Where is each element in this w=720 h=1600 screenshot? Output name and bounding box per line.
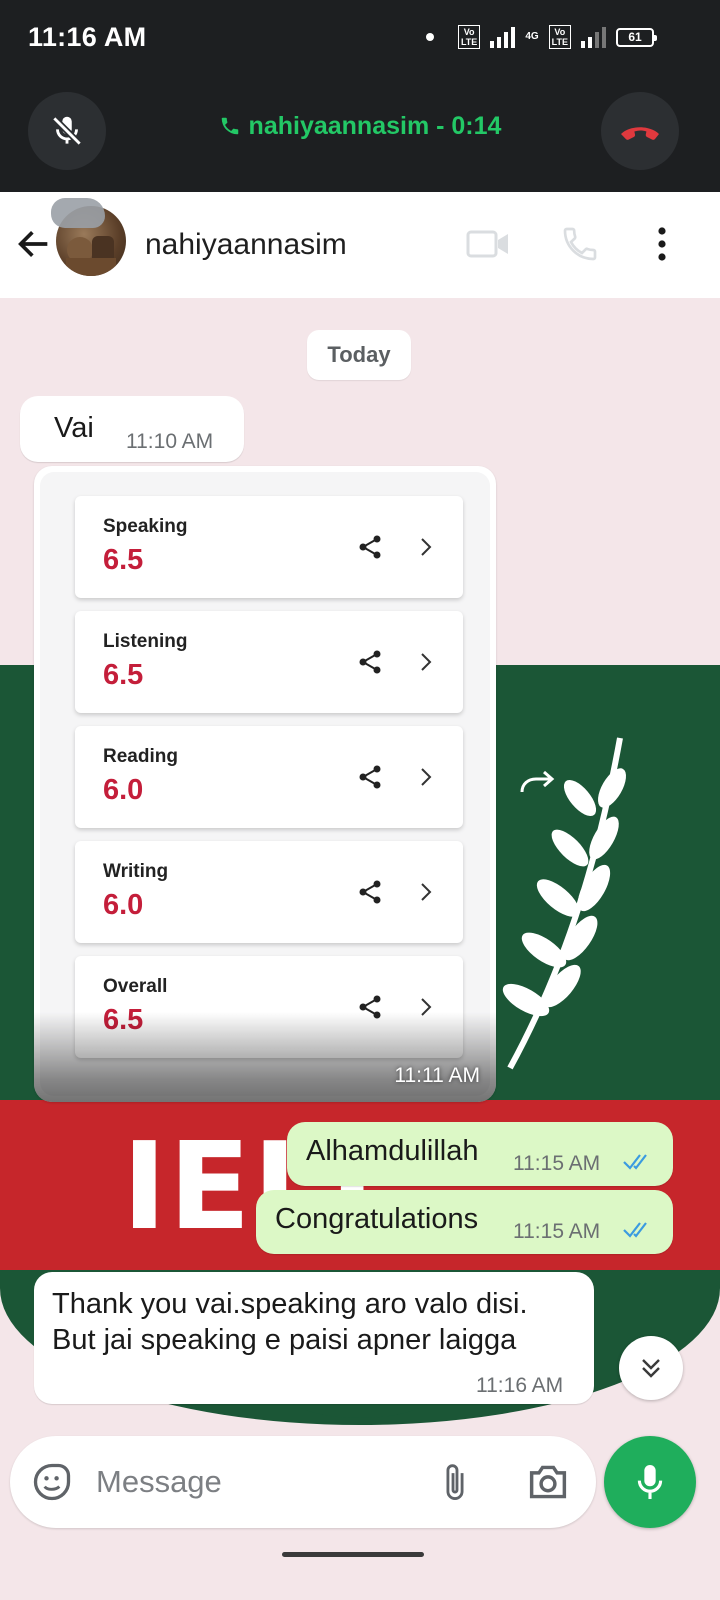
message-composer xyxy=(10,1436,596,1528)
score-label: Listening xyxy=(103,631,188,652)
score-value: 6.5 xyxy=(103,659,144,691)
score-card-writing: Writing 6.0 xyxy=(75,841,463,943)
score-card-speaking: Speaking 6.5 xyxy=(75,496,463,598)
status-icons: Vo LTE 4G Vo LTE 61 xyxy=(425,22,657,52)
volte-icon: Vo LTE xyxy=(457,25,481,49)
voice-message-button[interactable] xyxy=(604,1436,696,1528)
voice-call-icon[interactable] xyxy=(560,224,600,264)
emoji-sticker-icon[interactable] xyxy=(30,1460,74,1504)
message-bubble-outgoing[interactable]: Congratulations 11:15 AM xyxy=(256,1190,673,1254)
battery-level: 61 xyxy=(628,29,642,44)
message-input[interactable] xyxy=(96,1460,416,1504)
message-text: Vai xyxy=(54,412,94,444)
read-receipt-icon xyxy=(623,1222,647,1238)
score-card-reading: Reading 6.0 xyxy=(75,726,463,828)
volte-icon-2: Vo LTE xyxy=(548,25,571,49)
call-end-icon xyxy=(621,127,659,140)
message-time: 11:16 AM xyxy=(476,1374,564,1397)
chevron-right-icon xyxy=(421,538,432,556)
chevron-right-icon xyxy=(421,768,432,786)
score-value: 6.0 xyxy=(103,774,144,806)
message-text: Alhamdulillah xyxy=(306,1135,479,1167)
phone-icon xyxy=(221,117,238,135)
message-text-line-2: But jai speaking e paisi apner laigga xyxy=(52,1324,517,1356)
score-value: 6.5 xyxy=(103,544,144,576)
share-icon xyxy=(359,535,381,559)
back-arrow-icon[interactable] xyxy=(14,224,54,264)
end-call-button[interactable] xyxy=(601,92,679,170)
score-card-listening: Listening 6.5 xyxy=(75,611,463,713)
call-caller-duration: nahiyaannasim - 0:14 xyxy=(248,112,502,140)
avatar-sticker xyxy=(51,198,105,228)
score-label: Overall xyxy=(103,976,168,997)
score-label: Reading xyxy=(103,746,178,767)
double-chevron-down-icon xyxy=(642,1359,660,1378)
chevron-right-icon xyxy=(421,653,432,671)
share-icon xyxy=(359,880,381,904)
home-indicator[interactable] xyxy=(282,1552,424,1557)
message-time: 11:15 AM xyxy=(513,1220,601,1243)
score-label: Writing xyxy=(103,861,169,882)
message-time: 11:11 AM xyxy=(394,1064,480,1087)
forward-icon[interactable] xyxy=(518,768,558,796)
camera-icon[interactable] xyxy=(526,1462,570,1502)
attachment-icon[interactable] xyxy=(438,1460,472,1506)
signal-strength-icon-2 xyxy=(581,26,606,48)
message-time: 11:15 AM xyxy=(513,1152,601,1175)
status-time: 11:16 AM xyxy=(28,22,147,52)
score-report-image[interactable]: Speaking 6.5 Listening 6.5 Reading 6.0 W… xyxy=(40,472,490,1096)
message-text: Congratulations xyxy=(275,1203,479,1235)
share-icon xyxy=(359,765,381,789)
message-bubble-outgoing[interactable]: Alhamdulillah 11:15 AM xyxy=(287,1122,673,1186)
notification-dot-icon xyxy=(425,33,434,41)
contact-name[interactable]: nahiyaannasim xyxy=(145,228,347,262)
chevron-right-icon xyxy=(421,883,432,901)
call-status-bar: 11:16 AM Vo LTE 4G Vo LTE 61 nahiyaannasim… xyxy=(0,0,720,192)
message-bubble-incoming[interactable]: Vai 11:10 AM xyxy=(20,396,244,462)
message-bubble-incoming[interactable]: Thank you vai.speaking aro valo disi. Bu… xyxy=(34,1272,594,1404)
signal-strength-icon xyxy=(490,26,516,48)
message-time: 11:10 AM xyxy=(126,430,214,453)
read-receipt-icon xyxy=(623,1154,647,1170)
message-text-line-1: Thank you vai.speaking aro valo disi. xyxy=(52,1288,528,1320)
share-icon xyxy=(359,650,381,674)
image-caption-fade xyxy=(34,1012,496,1102)
more-options-icon[interactable] xyxy=(650,224,674,264)
battery-icon: 61 xyxy=(616,27,657,47)
network-type-label: 4G xyxy=(525,31,539,42)
date-divider: Today xyxy=(307,330,411,380)
image-message[interactable]: Speaking 6.5 Listening 6.5 Reading 6.0 W… xyxy=(34,466,496,1102)
video-call-icon[interactable] xyxy=(466,226,510,262)
score-label: Speaking xyxy=(103,516,188,537)
microphone-icon xyxy=(637,1465,663,1499)
scroll-to-bottom-button[interactable] xyxy=(619,1336,683,1400)
score-value: 6.0 xyxy=(103,889,144,921)
